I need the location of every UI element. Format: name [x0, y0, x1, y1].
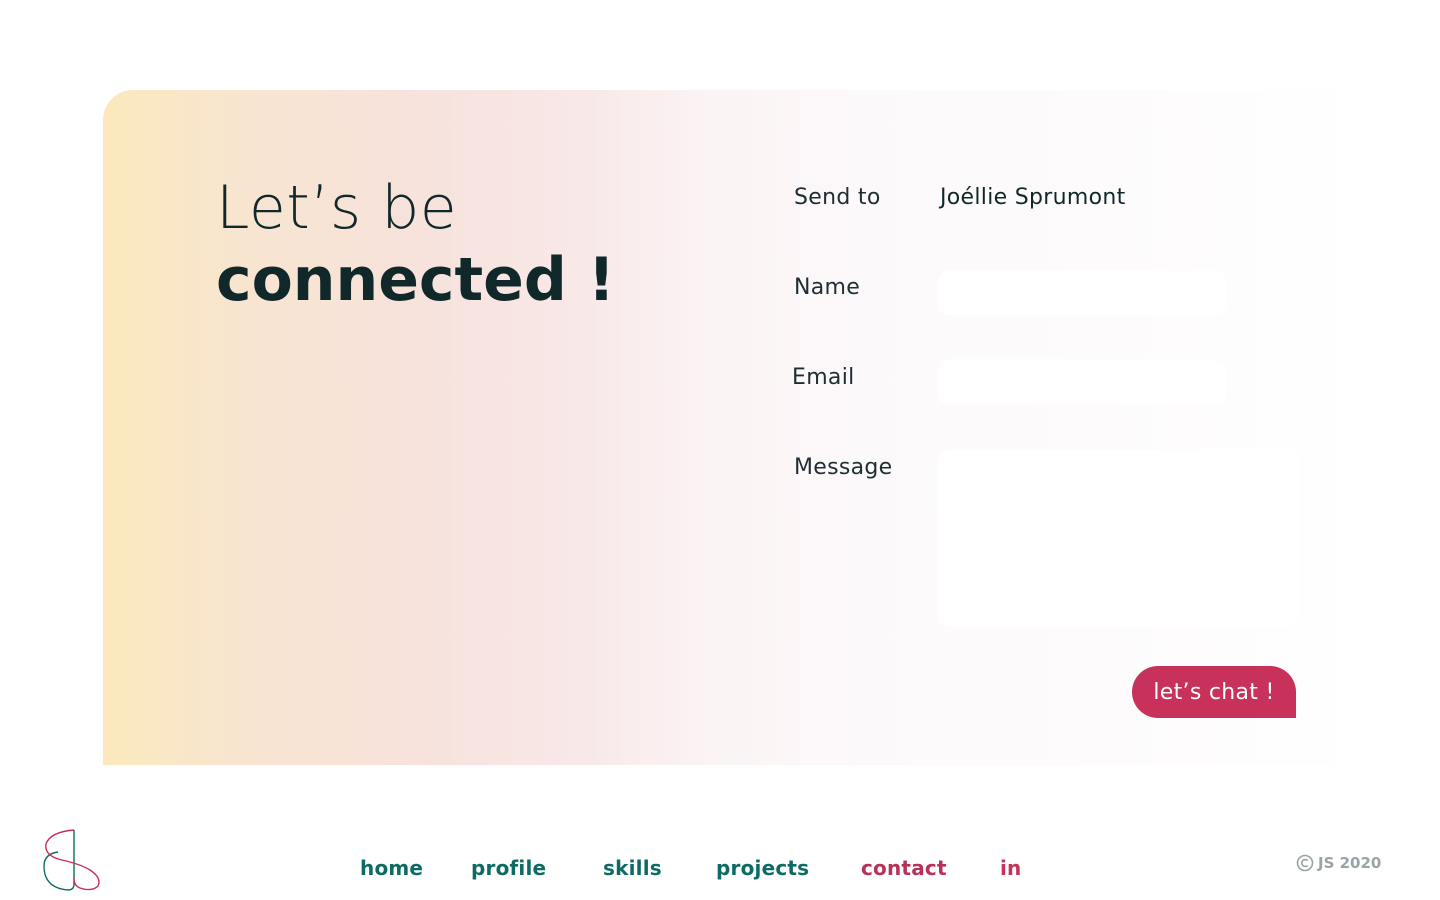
nav-profile[interactable]: profile [471, 856, 546, 880]
page-title: Let’s be connected ! [216, 172, 615, 316]
email-label: Email [792, 365, 855, 390]
recipient-name: Joéllie Sprumont [940, 185, 1126, 210]
footer-nav: home profile skills projects contact in [0, 856, 1440, 880]
copyright-icon [1296, 854, 1314, 872]
nav-linkedin[interactable]: in [1000, 856, 1022, 880]
send-to-label: Send to [794, 185, 881, 210]
email-field[interactable] [938, 360, 1226, 404]
nav-home[interactable]: home [360, 856, 423, 880]
nav-contact[interactable]: contact [861, 856, 947, 880]
headline-line-1: Let’s be [216, 173, 458, 243]
nav-projects[interactable]: projects [716, 856, 809, 880]
message-field[interactable] [938, 450, 1300, 627]
nav-skills[interactable]: skills [603, 856, 662, 880]
headline-line-2: connected ! [216, 245, 616, 315]
contact-page: Let’s be connected ! Send to Joéllie Spr… [0, 0, 1440, 900]
lets-chat-button[interactable]: let’s chat ! [1132, 666, 1296, 718]
message-label: Message [794, 455, 893, 480]
name-label: Name [794, 275, 861, 300]
name-field[interactable] [938, 271, 1226, 315]
copyright-text: JS 2020 [1318, 854, 1382, 872]
copyright: JS 2020 [1296, 854, 1381, 872]
